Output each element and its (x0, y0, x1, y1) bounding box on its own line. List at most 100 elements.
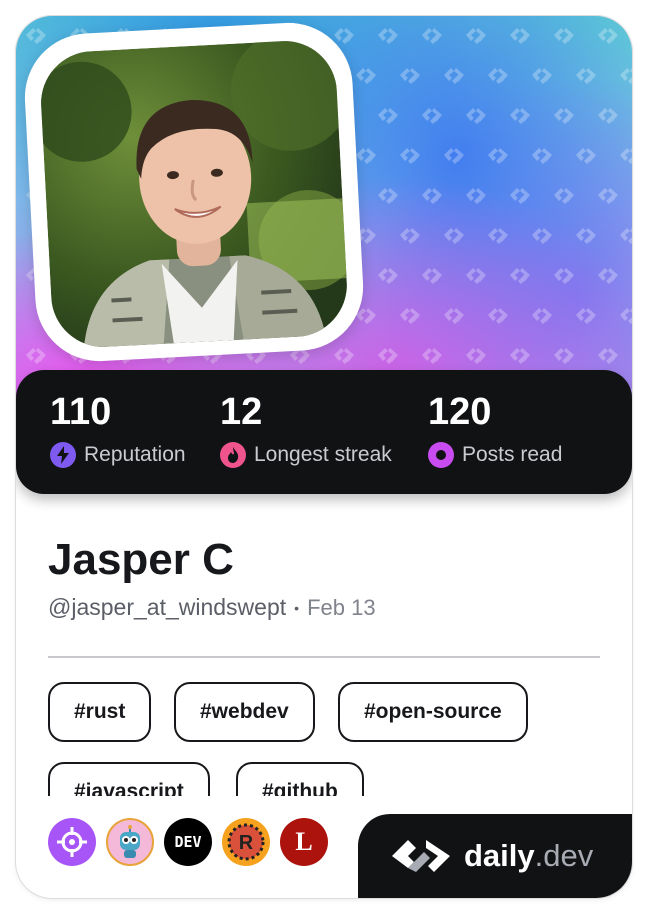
eye-icon (428, 442, 454, 468)
pattern-glyph (378, 28, 398, 44)
pattern-glyph (26, 28, 46, 44)
streak-label: Longest streak (254, 443, 392, 466)
pattern-glyph (444, 68, 464, 84)
pattern-glyph (444, 228, 464, 244)
pattern-glyph (576, 148, 596, 164)
profile-name: Jasper C (48, 535, 234, 584)
pattern-glyph (510, 188, 530, 204)
stats-bar: 110 Reputation 12 Longest streak 120 Pos… (16, 370, 632, 494)
pattern-glyph (576, 308, 596, 324)
stat-longest-streak: 12 Longest streak (220, 390, 392, 468)
dev-badge-text: DEV (174, 833, 202, 851)
flame-icon (220, 442, 246, 468)
tag-github[interactable]: #github (236, 762, 364, 796)
pattern-glyph (576, 68, 596, 84)
pattern-glyph (510, 108, 530, 124)
pattern-glyph (620, 148, 632, 164)
tag-webdev[interactable]: #webdev (174, 682, 315, 742)
pattern-glyph (378, 348, 398, 364)
lobsters-badge-icon[interactable]: L (280, 818, 328, 866)
pattern-glyph (334, 348, 354, 364)
profile-meta: @jasper_at_windswept • Feb 13 (48, 594, 376, 621)
pattern-glyph (554, 108, 574, 124)
brand-wordmark: daily.dev (464, 838, 593, 874)
lobsters-badge-text: L (295, 827, 313, 856)
dev-badge-icon[interactable]: DEV (164, 818, 212, 866)
badge-list: DEV R L (48, 818, 328, 866)
pattern-glyph (554, 348, 574, 364)
pattern-glyph (356, 308, 376, 324)
pattern-glyph (488, 148, 508, 164)
pattern-glyph (444, 148, 464, 164)
reputation-value: 110 (50, 391, 112, 433)
pattern-glyph (400, 148, 420, 164)
brand-name: daily (464, 838, 535, 873)
svg-text:R: R (239, 832, 254, 854)
tag-javascript[interactable]: #javascript (48, 762, 210, 796)
pattern-glyph (334, 28, 354, 44)
posts-read-label: Posts read (462, 443, 563, 466)
tag-list: #rust #webdev #open-source #javascript #… (48, 682, 608, 796)
tag-rust[interactable]: #rust (48, 682, 152, 742)
brand-ext: .dev (534, 838, 594, 873)
pattern-glyph (356, 68, 376, 84)
stat-posts-read: 120 Posts read (428, 390, 562, 468)
pattern-glyph (532, 68, 552, 84)
pattern-glyph (554, 268, 574, 284)
pattern-glyph (510, 348, 530, 364)
pattern-glyph (400, 68, 420, 84)
meta-separator: • (294, 599, 300, 616)
cover-image (16, 16, 632, 416)
pattern-glyph (422, 188, 442, 204)
pattern-glyph (422, 348, 442, 364)
stat-reputation: 110 Reputation (50, 390, 186, 468)
pattern-glyph (598, 348, 618, 364)
pattern-glyph (378, 268, 398, 284)
pattern-glyph (488, 228, 508, 244)
posts-read-value: 120 (428, 391, 492, 433)
pattern-glyph (488, 68, 508, 84)
pattern-glyph (576, 228, 596, 244)
lightning-icon (50, 442, 76, 468)
pattern-glyph (598, 268, 618, 284)
streak-value: 12 (220, 391, 263, 433)
tag-open-source[interactable]: #open-source (338, 682, 528, 742)
pattern-glyph (466, 28, 486, 44)
pattern-glyph (620, 228, 632, 244)
daily-dev-logo-icon (392, 840, 450, 872)
target-badge-icon[interactable] (48, 818, 96, 866)
pattern-glyph (466, 188, 486, 204)
reputation-label: Reputation (84, 443, 186, 466)
pattern-glyph (554, 188, 574, 204)
pattern-glyph (26, 348, 46, 364)
pattern-glyph (422, 268, 442, 284)
pattern-glyph (510, 268, 530, 284)
robot-badge-icon[interactable] (106, 818, 154, 866)
pattern-glyph (620, 68, 632, 84)
pattern-glyph (466, 348, 486, 364)
pattern-glyph (532, 148, 552, 164)
divider (48, 656, 600, 658)
joined-date: Feb 13 (307, 594, 376, 620)
pattern-glyph (488, 308, 508, 324)
brand-footer[interactable]: daily.dev (358, 814, 632, 898)
pattern-glyph (378, 188, 398, 204)
pattern-glyph (598, 108, 618, 124)
pattern-glyph (466, 108, 486, 124)
pattern-glyph (444, 308, 464, 324)
pattern-glyph (532, 228, 552, 244)
pattern-glyph (510, 28, 530, 44)
pattern-glyph (378, 108, 398, 124)
pattern-glyph (356, 148, 376, 164)
pattern-glyph (466, 268, 486, 284)
pattern-glyph (400, 308, 420, 324)
rust-badge-icon[interactable]: R (222, 818, 270, 866)
pattern-glyph (422, 108, 442, 124)
profile-card: 110 Reputation 12 Longest streak 120 Pos… (16, 16, 632, 898)
profile-handle[interactable]: @jasper_at_windswept (48, 594, 286, 621)
pattern-glyph (598, 28, 618, 44)
pattern-glyph (422, 28, 442, 44)
pattern-glyph (532, 308, 552, 324)
pattern-glyph (554, 28, 574, 44)
avatar (38, 38, 350, 350)
